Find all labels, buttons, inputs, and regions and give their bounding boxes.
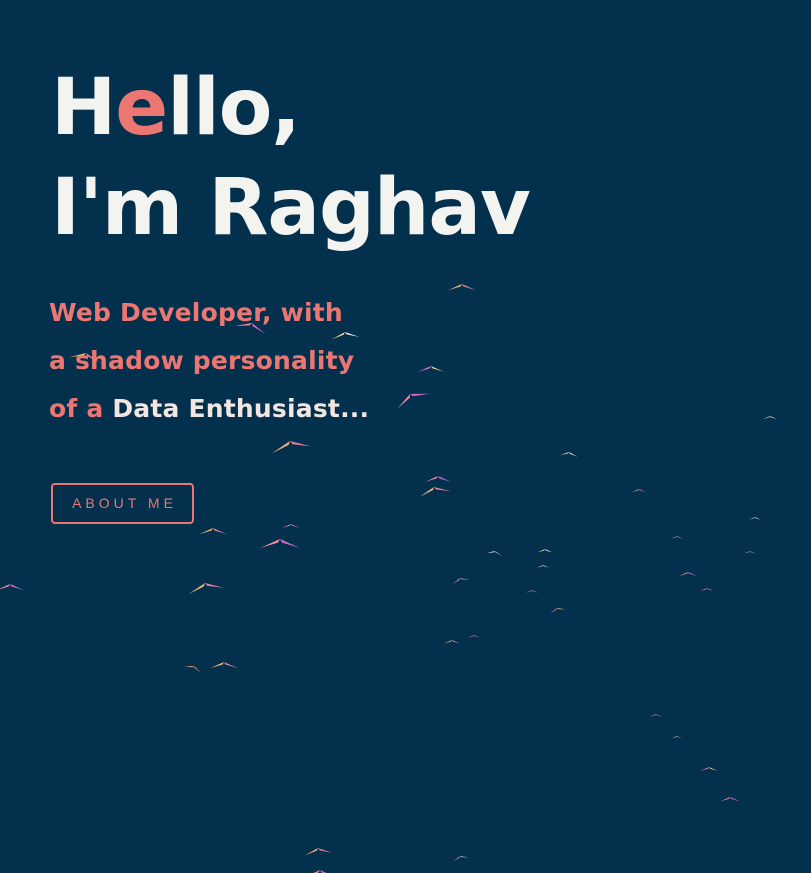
bird-shape [672, 736, 682, 739]
bird-shape [397, 393, 430, 409]
bird-shape [418, 366, 444, 372]
subtitle-line-2: a shadow personality [49, 346, 355, 375]
title-char: H [51, 63, 116, 153]
title-char: l [167, 63, 194, 153]
bird-shape [550, 608, 566, 614]
bird-shape [188, 583, 225, 595]
subtitle-line-3-prefix: of a [49, 394, 113, 423]
bird-shape [260, 539, 300, 548]
bird-shape [671, 536, 683, 539]
title-char: , [271, 63, 301, 153]
bird-shape [700, 767, 718, 772]
bird-shape [632, 489, 646, 493]
bird-shape [763, 416, 777, 420]
title-char: o [218, 63, 273, 153]
bird-shape [448, 284, 476, 291]
bird-shape [720, 797, 740, 802]
hero-title-line-2: I'm Raghav [51, 163, 531, 253]
bird-shape [650, 714, 662, 717]
about-me-button[interactable]: ABOUT ME [51, 483, 194, 524]
bird-shape [486, 551, 503, 556]
bird-shape [304, 848, 333, 856]
title-char-accent: e [115, 63, 168, 153]
subtitle-line-1: Web Developer, with [49, 298, 343, 327]
bird-shape [271, 441, 312, 454]
bird-shape [184, 666, 202, 673]
hero-section: Hello, I'm Raghav Web Developer, with a … [0, 0, 811, 873]
subtitle-highlight: Data Enthusiast... [112, 394, 370, 423]
hero-subtitle: Web Developer, with a shadow personality… [49, 289, 369, 433]
bird-shape [210, 662, 238, 669]
bird-shape [419, 487, 452, 497]
bird-shape [679, 572, 697, 577]
bird-shape [537, 549, 553, 553]
bird-shape [468, 635, 480, 638]
hero-title-line-1: Hello, [51, 58, 530, 158]
bird-shape [526, 590, 538, 593]
bird-shape [452, 578, 470, 585]
bird-shape [425, 476, 451, 482]
bird-shape [282, 524, 300, 529]
bird-shape [537, 565, 549, 568]
bird-shape [559, 452, 578, 457]
title-char: l [192, 63, 220, 153]
hero-title: Hello, I'm Raghav [51, 58, 531, 258]
bird-shape [444, 640, 460, 644]
subtitle-line-3: of a Data Enthusiast... [49, 385, 369, 433]
bird-shape [199, 528, 227, 535]
bird-shape [700, 588, 714, 592]
bird-shape [749, 517, 761, 520]
bird-shape [744, 551, 756, 554]
bird-shape [453, 856, 469, 862]
bird-shape [0, 584, 24, 591]
